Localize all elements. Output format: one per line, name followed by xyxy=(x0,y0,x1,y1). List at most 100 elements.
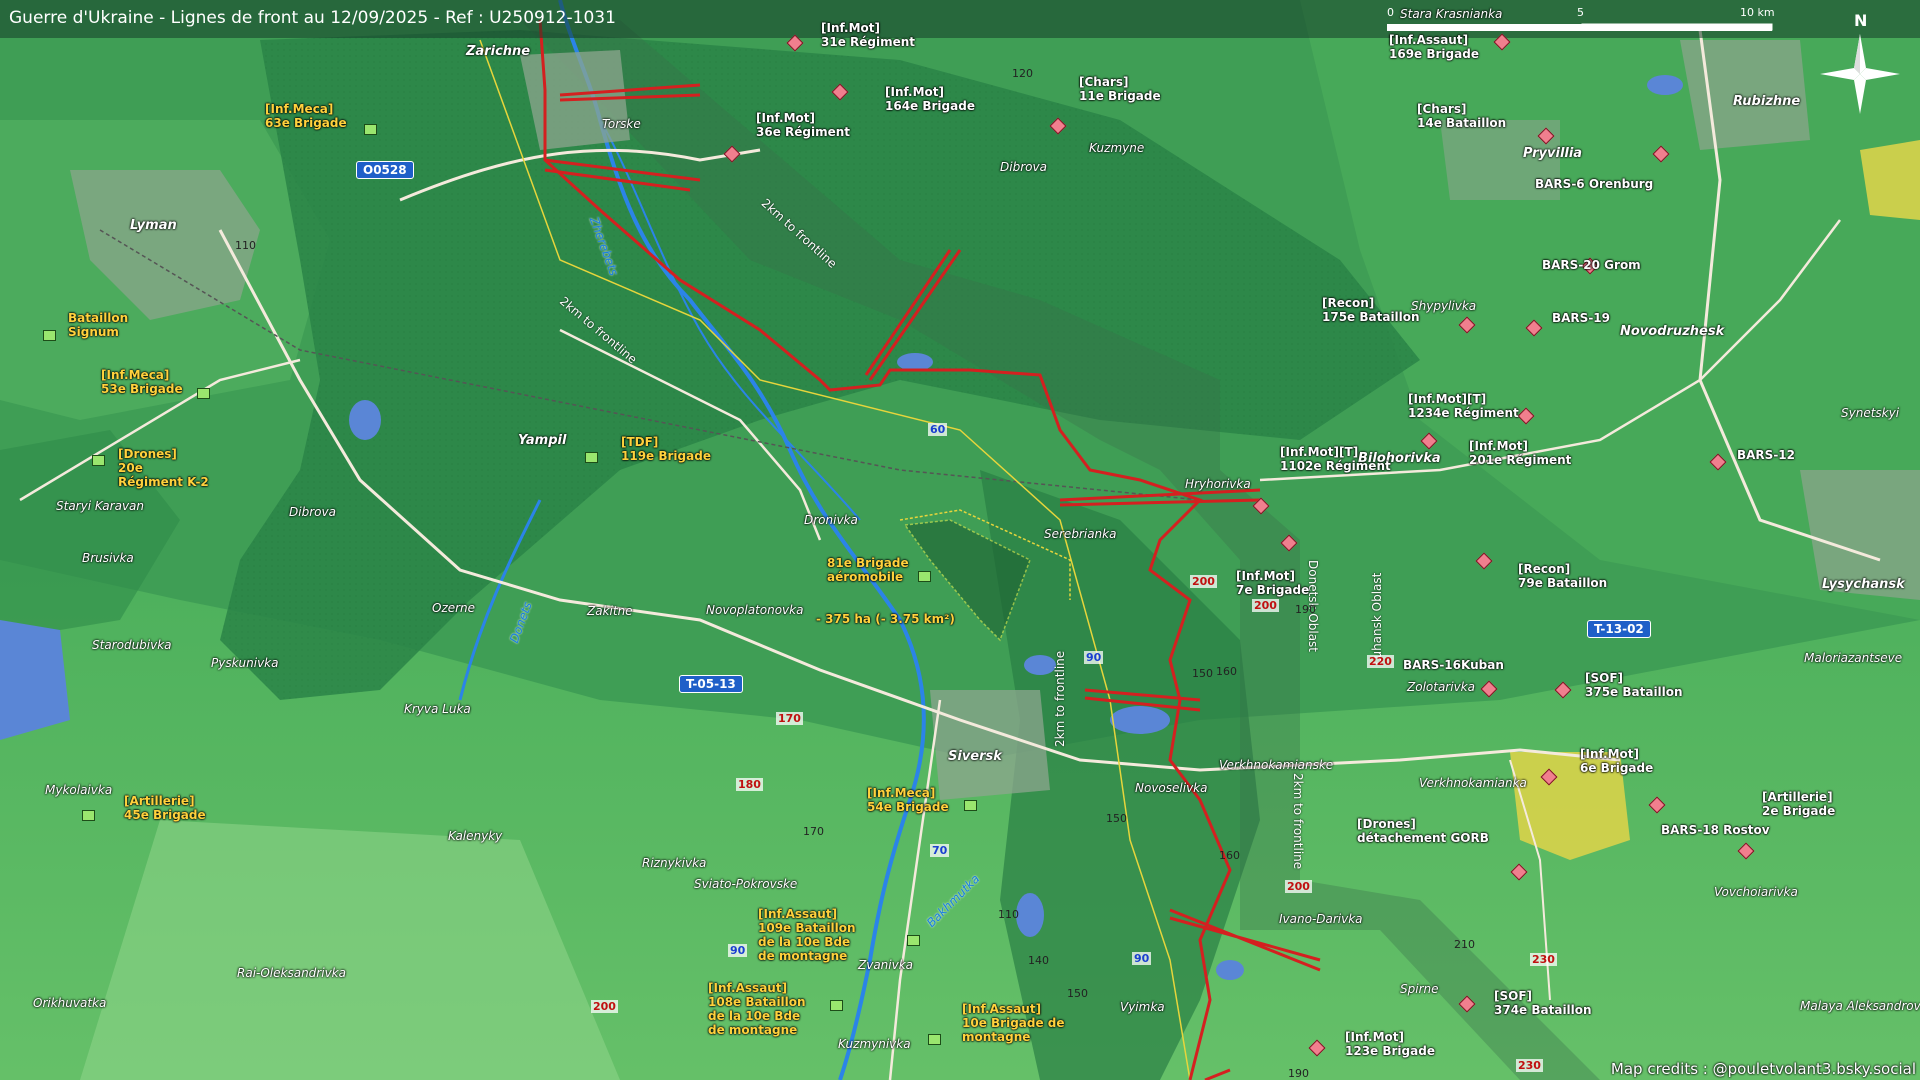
town-label[interactable]: Rubizhne xyxy=(1733,94,1800,109)
ru-unit-label[interactable]: [Inf.Mot] 123e Brigade xyxy=(1345,1030,1435,1058)
ua-unit-label[interactable]: [Inf.Meca] 53e Brigade xyxy=(101,368,183,396)
road-badge: T-13-02 xyxy=(1587,620,1651,638)
village-label: Maloriazantseve xyxy=(1804,651,1903,665)
town-label[interactable]: Siversk xyxy=(948,749,1002,764)
elevation-label: 110 xyxy=(235,239,256,252)
ua-unit-marker-icon[interactable] xyxy=(364,124,377,135)
village-label: Kuzmyne xyxy=(1089,141,1145,155)
elevation-label: 150 xyxy=(1067,987,1088,1000)
frontline-distance-note: 2km to frontline xyxy=(1291,773,1305,870)
ru-unit-label[interactable]: [Artillerie] 2e Brigade xyxy=(1762,790,1835,818)
village-label: Mykolaivka xyxy=(45,783,113,797)
village-label: Synetskyi xyxy=(1841,406,1900,420)
village-label: Hryhorivka xyxy=(1185,477,1251,491)
elevation-label: 190 xyxy=(1288,1067,1309,1080)
ua-unit-label[interactable]: [Inf.Meca] 63e Brigade xyxy=(265,102,347,130)
ua-unit-label[interactable]: [Drones] 20e Régiment K-2 xyxy=(118,447,209,489)
map-canvas[interactable]: Guerre d'Ukraine - Lignes de front au 12… xyxy=(0,0,1920,1080)
ru-unit-label[interactable]: BARS-18 Rostov xyxy=(1661,823,1770,837)
village-label: Pyskunivka xyxy=(211,656,279,670)
ua-unit-label[interactable]: Bataillon Signum xyxy=(68,311,128,339)
village-label: Verkhnokamianske xyxy=(1219,758,1334,772)
ru-unit-label[interactable]: BARS-19 xyxy=(1552,311,1610,325)
scale-label-10: 10 km xyxy=(1740,6,1775,19)
elevation-label-highlighted: 230 xyxy=(1516,1059,1543,1072)
ru-unit-label[interactable]: [Inf.Mot][T] 1234e Régiment xyxy=(1408,392,1519,420)
elevation-label: 150 xyxy=(1192,667,1213,680)
village-label: Dibrova xyxy=(1000,160,1047,174)
ua-unit-marker-icon[interactable] xyxy=(928,1034,941,1045)
town-label[interactable]: Yampil xyxy=(518,433,566,448)
village-label: Vyimka xyxy=(1120,1000,1165,1014)
village-label: Malaya Aleksandrovka xyxy=(1800,999,1920,1013)
elevation-label-highlighted: 220 xyxy=(1367,655,1394,668)
ua-unit-label[interactable]: [Artillerie] 45e Brigade xyxy=(124,794,206,822)
elevation-label: 210 xyxy=(1454,938,1475,951)
town-label[interactable]: Novodruzhesk xyxy=(1620,324,1724,339)
ru-unit-label[interactable]: [Inf.Assaut] 169e Brigade xyxy=(1389,33,1479,61)
ru-unit-label[interactable]: [Chars] 14e Bataillon xyxy=(1417,102,1506,130)
village-label: Shypylivka xyxy=(1411,299,1477,313)
ua-unit-label[interactable]: [Inf.Assaut] 10e Brigade de montagne xyxy=(962,1002,1065,1044)
town-label[interactable]: Lysychansk xyxy=(1822,577,1905,592)
ua-unit-marker-icon[interactable] xyxy=(964,800,977,811)
town-label[interactable]: Lyman xyxy=(130,218,177,233)
ua-unit-marker-icon[interactable] xyxy=(830,1000,843,1011)
oblast-label: Luhansk Oblast xyxy=(1370,572,1384,665)
village-label: Novoselivka xyxy=(1135,781,1208,795)
map-credits: Map credits : @pouletvolant3.bsky.social xyxy=(1610,1060,1916,1078)
ru-unit-label[interactable]: [SOF] 375e Bataillon xyxy=(1585,671,1683,699)
ua-unit-marker-icon[interactable] xyxy=(918,571,931,582)
elevation-label: 140 xyxy=(1028,954,1049,967)
ru-unit-label[interactable]: [Recon] 175e Bataillon xyxy=(1322,296,1420,324)
village-label: Kuzmynivka xyxy=(838,1037,911,1051)
ua-unit-marker-icon[interactable] xyxy=(92,455,105,466)
ru-unit-label[interactable]: [Drones] détachement GORB xyxy=(1357,817,1489,845)
ru-unit-label[interactable]: [Chars] 11e Brigade xyxy=(1079,75,1161,103)
ru-unit-label[interactable]: BARS-20 Grom xyxy=(1542,258,1641,272)
ru-unit-label[interactable]: BARS-16Kuban xyxy=(1403,658,1504,672)
village-label: Ivano-Darivka xyxy=(1279,912,1363,926)
ru-unit-label[interactable]: [Inf.Mot] 36e Régiment xyxy=(756,111,850,139)
ua-unit-marker-icon[interactable] xyxy=(82,810,95,821)
ru-unit-label[interactable]: [Inf.Mot][T] 1102e Régiment xyxy=(1280,445,1391,473)
village-label: Brusivka xyxy=(82,551,134,565)
ua-unit-label[interactable]: [Inf.Assaut] 108e Bataillon de la 10e Bd… xyxy=(708,981,806,1037)
ua-unit-marker-icon[interactable] xyxy=(43,330,56,341)
compass-north-label: N xyxy=(1854,11,1867,30)
ua-unit-marker-icon[interactable] xyxy=(585,452,598,463)
elevation-label-highlighted: 200 xyxy=(1252,599,1279,612)
ua-unit-marker-icon[interactable] xyxy=(197,388,210,399)
village-label: Rai-Oleksandrivka xyxy=(237,966,346,980)
village-label: Sviato-Pokrovske xyxy=(694,877,798,891)
ru-unit-label[interactable]: [Inf.Mot] 201e Régiment xyxy=(1469,439,1571,467)
village-label: Kalenyky xyxy=(448,829,503,843)
ru-unit-label[interactable]: [SOF] 374e Bataillon xyxy=(1494,989,1592,1017)
frontline-distance-note: 2km to frontline xyxy=(1053,650,1067,747)
town-label[interactable]: Zarichne xyxy=(466,44,530,59)
ru-unit-label[interactable]: [Inf.Mot] 6e Brigade xyxy=(1580,747,1653,775)
ru-unit-label[interactable]: BARS-6 Orenburg xyxy=(1535,177,1653,191)
ru-unit-label[interactable]: [Inf.Mot] 31e Régiment xyxy=(821,21,915,49)
elevation-label-highlighted: 200 xyxy=(1285,880,1312,893)
compass-rose-icon: N xyxy=(1815,6,1905,116)
town-label[interactable]: Pryvillia xyxy=(1523,146,1582,161)
ua-unit-label[interactable]: [Inf.Meca] 54e Brigade xyxy=(867,786,949,814)
ua-unit-label[interactable]: 81e Brigade aéromobile xyxy=(827,556,909,584)
village-label: Riznykivka xyxy=(642,856,707,870)
village-label: Zakitne xyxy=(587,604,633,618)
ua-unit-label[interactable]: [Inf.Assaut] 109e Bataillon de la 10e Bd… xyxy=(758,907,856,963)
elevation-label: 150 xyxy=(1106,812,1127,825)
village-label: Verkhnokamianka xyxy=(1419,776,1527,790)
elevation-label: 170 xyxy=(803,825,824,838)
ua-unit-marker-icon[interactable] xyxy=(907,935,920,946)
ru-unit-label[interactable]: [Recon] 79e Bataillon xyxy=(1518,562,1607,590)
elevation-label: 120 xyxy=(1012,67,1033,80)
scale-label-5: 5 xyxy=(1577,6,1584,19)
ru-unit-label[interactable]: [Inf.Mot] 7e Brigade xyxy=(1236,569,1309,597)
ru-unit-label[interactable]: BARS-12 xyxy=(1737,448,1795,462)
elevation-label-highlighted: 230 xyxy=(1530,953,1557,966)
compass-rose-graphic: N xyxy=(1820,11,1900,114)
ru-unit-label[interactable]: [Inf.Mot] 164e Brigade xyxy=(885,85,975,113)
ua-unit-label[interactable]: [TDF] 119e Brigade xyxy=(621,435,711,463)
